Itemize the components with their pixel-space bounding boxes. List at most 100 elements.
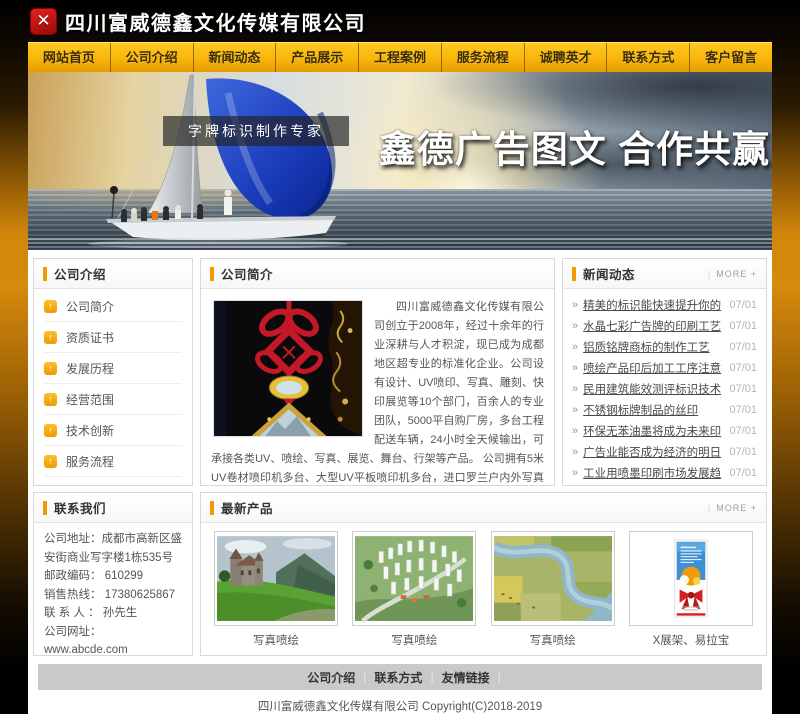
news-item-date: 07/01 xyxy=(729,446,757,458)
product-item[interactable]: 写真喷绘 xyxy=(214,531,338,648)
castle-photo xyxy=(217,534,335,623)
nav-item[interactable]: 网站首页 xyxy=(28,43,111,72)
double-arrow-icon: » xyxy=(572,320,578,332)
title-accent-bar xyxy=(572,267,576,281)
news-item-date: 07/01 xyxy=(729,425,757,437)
news-item[interactable]: » 精美的标识能快速提升你的 07/01 xyxy=(572,294,757,315)
river-aerial-photo xyxy=(494,534,612,623)
sidebar-menu: ↑ 公司简介 ↑ 资质证书 ↑ 发展历程 xyxy=(34,289,192,477)
nav-item[interactable]: 产品展示 xyxy=(276,43,359,72)
sidebar-menu-label: 资质证书 xyxy=(66,329,114,346)
nav-item[interactable]: 工程案例 xyxy=(359,43,442,72)
footer-link-friends[interactable]: 友情链接 xyxy=(442,669,490,686)
news-item[interactable]: » 广告业能否成为经济的明日 07/01 xyxy=(572,441,757,462)
product-label: 写真喷绘 xyxy=(214,632,338,648)
sidebar-menu-item[interactable]: ↑ 资质证书 xyxy=(44,322,182,353)
news-item-title[interactable]: 民用建筑能效测评标识技术 xyxy=(583,381,724,397)
sidebar-menu-item[interactable]: ↑ 技术创新 xyxy=(44,415,182,446)
double-arrow-icon: » xyxy=(572,404,578,416)
news-item-title[interactable]: 广告业能否成为经济的明日 xyxy=(583,444,724,460)
news-item-date: 07/01 xyxy=(729,320,757,332)
nav-item[interactable]: 服务流程 xyxy=(442,43,525,72)
sidebar-header: 公司介绍 xyxy=(34,259,192,289)
product-image-frame xyxy=(491,531,615,626)
page: ✕ 四川富威德鑫文化传媒有限公司 网站首页 公司介绍 新闻动态 产品展示 工程案… xyxy=(0,0,800,714)
double-arrow-icon: » xyxy=(572,446,578,458)
nav-item[interactable]: 联系方式 xyxy=(607,43,690,72)
news-item-date: 07/01 xyxy=(729,341,757,353)
news-item-date: 07/01 xyxy=(729,404,757,416)
products-more-link[interactable]: |MORE + xyxy=(708,503,757,513)
news-item[interactable]: » 喷绘产品印后加工工序注意 07/01 xyxy=(572,357,757,378)
double-arrow-icon: » xyxy=(572,341,578,353)
company-profile-box: 公司简介 xyxy=(200,258,555,486)
news-item-title[interactable]: 水晶七彩广告牌的印刷工艺 xyxy=(583,318,724,334)
copyright-text: 四川富威德鑫文化传媒有限公司 Copyright(C)2018-2019 xyxy=(33,690,767,714)
product-image-frame xyxy=(352,531,476,626)
news-item-title[interactable]: 环保无苯油墨将成为未来印 xyxy=(583,423,724,439)
news-item[interactable]: » 环保无苯油墨将成为未来印 07/01 xyxy=(572,420,757,441)
contact-line: 公司网址： www.abcde.com xyxy=(44,623,182,657)
product-image-frame xyxy=(629,531,753,626)
sailboat-graphic xyxy=(78,73,378,248)
nav-item[interactable]: 公司介绍 xyxy=(111,43,194,72)
site-title: 四川富威德鑫文化传媒有限公司 xyxy=(65,7,366,36)
contact-header: 联系我们 xyxy=(34,493,192,523)
news-box: 新闻动态 | MORE + » 精美的标识能快速提升你的 07/01 xyxy=(562,258,767,486)
contact-line: 公司地址：成都市高新区盛安街商业写字楼1栋535号 xyxy=(44,530,182,567)
news-item-date: 07/01 xyxy=(729,383,757,395)
contact-line: 邮政编码： 610299 xyxy=(44,567,182,586)
news-item[interactable]: » 工业用喷墨印刷市场发展趋 07/01 xyxy=(572,462,757,483)
more-separator: | xyxy=(708,269,711,279)
main-nav: 网站首页 公司介绍 新闻动态 产品展示 工程案例 服务流程 诚聘英才 联系方式 … xyxy=(28,42,772,72)
news-item[interactable]: » 铝质铭牌商标的制作工艺 07/01 xyxy=(572,336,757,357)
news-list: » 精美的标识能快速提升你的 07/01 » 水晶七彩广告牌的印刷工艺 07/0… xyxy=(563,289,766,483)
nav-item[interactable]: 诚聘英才 xyxy=(525,43,608,72)
title-accent-bar xyxy=(43,501,47,515)
news-title: 新闻动态 xyxy=(583,264,635,283)
news-item-title[interactable]: 不锈钢标牌制品的丝印 xyxy=(583,402,724,418)
news-item[interactable]: » 民用建筑能效测评标识技术 07/01 xyxy=(572,378,757,399)
sidebar-menu-item[interactable]: ↑ 服务流程 xyxy=(44,446,182,477)
product-item[interactable]: 写真喷绘 xyxy=(491,531,615,648)
sidebar-menu-item[interactable]: ↑ 公司简介 xyxy=(44,291,182,322)
product-image-frame xyxy=(214,531,338,626)
footer-link-company[interactable]: 公司介绍 xyxy=(307,669,355,686)
products-box: 最新产品 |MORE + xyxy=(200,492,767,656)
news-more-link[interactable]: | MORE + xyxy=(708,269,757,279)
news-item[interactable]: » 不锈钢标牌制品的丝印 07/01 xyxy=(572,399,757,420)
news-item-title[interactable]: 喷绘产品印后加工工序注意 xyxy=(583,360,724,376)
sidebar-menu-item[interactable]: ↑ 发展历程 xyxy=(44,353,182,384)
arrow-up-icon: ↑ xyxy=(44,455,57,468)
sidebar-menu-label: 经营范围 xyxy=(66,391,114,408)
company-intro-menu-box: 公司介绍 ↑ 公司简介 ↑ 资质证书 xyxy=(33,258,193,486)
contact-info: 公司地址：成都市高新区盛安街商业写字楼1栋535号 邮政编码： 610299 销… xyxy=(34,523,192,656)
sidebar-menu-item[interactable]: ↑ 经营范围 xyxy=(44,384,182,415)
nav-item[interactable]: 新闻动态 xyxy=(194,43,277,72)
hero-banner: 字牌标识制作专家 鑫德广告图文 合作共赢 xyxy=(28,72,772,250)
nav-item[interactable]: 客户留言 xyxy=(690,43,772,72)
news-item-title[interactable]: 精美的标识能快速提升你的 xyxy=(583,297,724,313)
title-accent-bar xyxy=(210,267,214,281)
title-accent-bar xyxy=(43,267,47,281)
sidebar-title: 公司介绍 xyxy=(54,264,106,283)
product-item[interactable]: X展架、易拉宝 xyxy=(629,531,753,648)
more-label: MORE + xyxy=(716,269,757,279)
company-photo xyxy=(213,300,363,437)
residential-rendering-photo xyxy=(355,534,473,623)
product-item[interactable]: 写真喷绘 xyxy=(352,531,476,648)
profile-title: 公司简介 xyxy=(221,264,273,283)
double-arrow-icon: » xyxy=(572,425,578,437)
news-item[interactable]: » 水晶七彩广告牌的印刷工艺 07/01 xyxy=(572,315,757,336)
product-row: 写真喷绘 xyxy=(201,523,766,648)
sidebar-menu-label: 服务流程 xyxy=(66,453,114,470)
news-item-title[interactable]: 铝质铭牌商标的制作工艺 xyxy=(583,339,724,355)
footer-link-contact[interactable]: 联系方式 xyxy=(374,669,422,686)
product-label: X展架、易拉宝 xyxy=(629,632,753,648)
contact-title: 联系我们 xyxy=(54,498,106,517)
news-item-title[interactable]: 工业用喷墨印刷市场发展趋 xyxy=(583,465,724,481)
contact-box: 联系我们 公司地址：成都市高新区盛安街商业写字楼1栋535号 邮政编码： 610… xyxy=(33,492,193,656)
arrow-up-icon: ↑ xyxy=(44,331,57,344)
title-accent-bar xyxy=(210,501,214,515)
product-label: 写真喷绘 xyxy=(491,632,615,648)
